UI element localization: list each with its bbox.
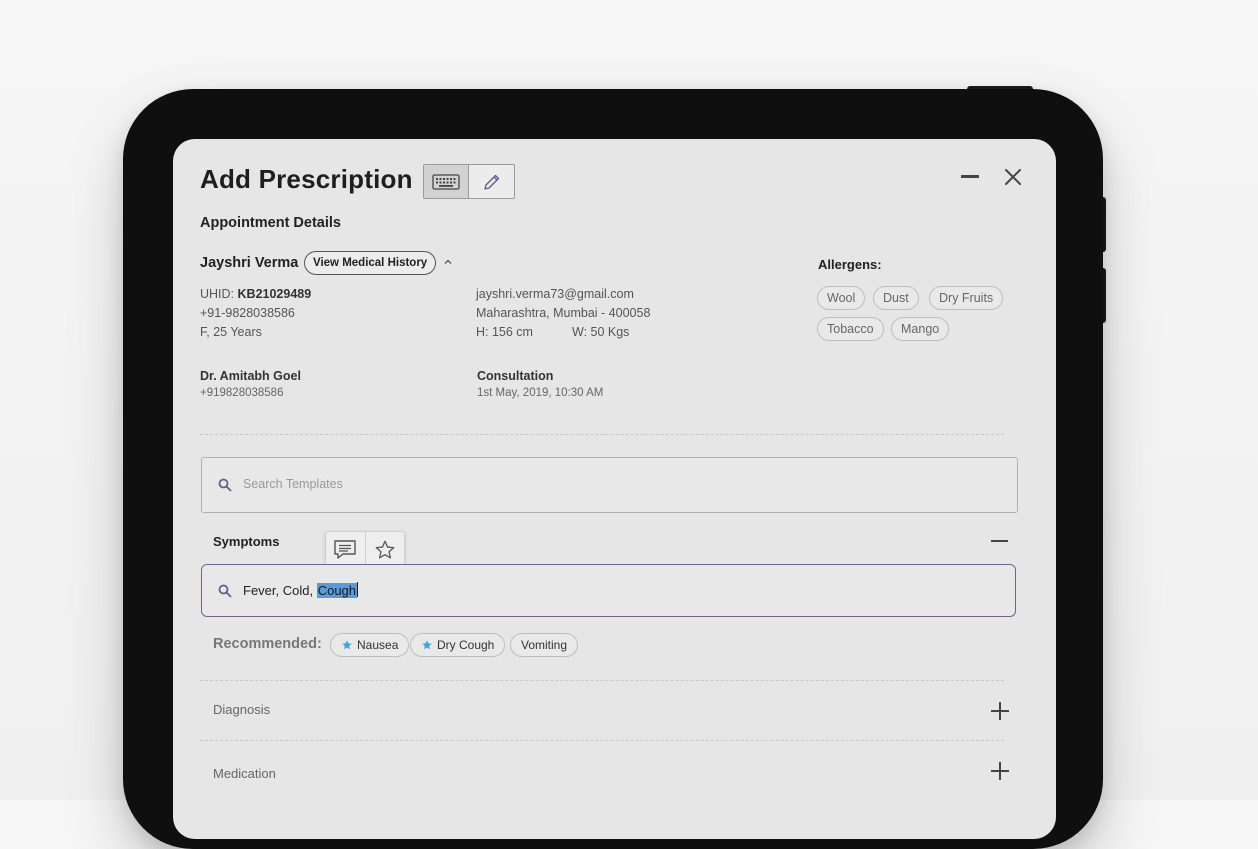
star-filled-icon xyxy=(422,640,432,650)
close-icon[interactable] xyxy=(1003,167,1023,187)
allergen-chip: Tobacco xyxy=(817,317,884,341)
consultation-label: Consultation xyxy=(477,369,554,383)
collapse-symptoms-button[interactable] xyxy=(991,540,1008,542)
allergen-chip: Dry Fruits xyxy=(929,286,1004,310)
recommended-chip[interactable]: Dry Cough xyxy=(410,633,506,657)
comment-icon xyxy=(334,540,356,559)
symptoms-heading: Symptoms xyxy=(213,534,280,549)
recommended-chip-label: Vomiting xyxy=(521,638,568,652)
symptoms-input[interactable]: Fever, Cold, Cough xyxy=(201,564,1016,617)
doctor-name: Dr. Amitabh Goel xyxy=(200,369,301,383)
star-icon xyxy=(375,540,395,559)
page-title: Add Prescription xyxy=(200,164,413,194)
patient-phone: +91-9828038586 xyxy=(200,306,295,320)
patient-height: H: 156 cm xyxy=(476,325,533,339)
uhid-value: KB21029489 xyxy=(237,287,312,301)
patient-email: jayshri.verma73@gmail.com xyxy=(476,287,634,301)
allergen-chip: Wool xyxy=(817,286,866,310)
medication-label: Medication xyxy=(213,766,276,781)
minimize-button[interactable] xyxy=(961,175,979,178)
uhid-label: UHID: xyxy=(200,287,235,301)
allergen-chip: Dust xyxy=(873,286,919,310)
search-templates-input[interactable]: Search Templates xyxy=(201,457,1018,513)
prescription-screen: Add Prescription Appointment Details Jay… xyxy=(173,139,1056,839)
allergens-heading: Allergens: xyxy=(818,257,882,272)
recommended-label: Recommended: xyxy=(213,636,322,652)
patient-weight: W: 50 Kgs xyxy=(572,325,630,339)
patient-gender-age: F, 25 Years xyxy=(200,325,262,339)
search-icon xyxy=(218,478,232,492)
divider xyxy=(200,434,1004,435)
patient-name: Jayshri Verma xyxy=(200,255,299,271)
chevron-up-icon[interactable] xyxy=(443,257,453,267)
patient-address: Maharashtra, Mumbai - 400058 xyxy=(476,306,651,320)
recommended-chip[interactable]: Nausea xyxy=(330,633,410,657)
expand-diagnosis-icon[interactable] xyxy=(991,702,1009,720)
recommended-chip[interactable]: Vomiting xyxy=(510,633,579,657)
expand-medication-icon[interactable] xyxy=(991,762,1009,780)
search-templates-placeholder: Search Templates xyxy=(243,477,343,491)
text-caret xyxy=(357,582,359,597)
pencil-mode-button[interactable] xyxy=(469,165,514,198)
search-icon xyxy=(218,584,232,598)
recommended-chip-label: Nausea xyxy=(357,638,399,652)
recommended-chip-label: Dry Cough xyxy=(437,638,495,652)
doctor-phone: +919828038586 xyxy=(200,387,284,399)
appointment-details-heading: Appointment Details xyxy=(200,215,341,231)
pencil-icon xyxy=(483,174,499,190)
selected-text: Cough xyxy=(316,583,358,598)
input-mode-toggle xyxy=(423,164,515,199)
uhid-line: UHID: KB21029489 xyxy=(200,287,311,301)
keyboard-mode-button[interactable] xyxy=(424,165,469,198)
view-medical-history-button[interactable]: View Medical History xyxy=(304,251,437,275)
consultation-datetime: 1st May, 2019, 10:30 AM xyxy=(477,387,604,399)
divider xyxy=(200,740,1004,741)
allergen-chip: Mango xyxy=(891,317,950,341)
favorite-button[interactable] xyxy=(364,532,405,568)
divider xyxy=(200,680,1004,681)
keyboard-icon xyxy=(432,173,460,190)
symptoms-text: Fever, Cold, xyxy=(243,583,317,598)
diagnosis-label: Diagnosis xyxy=(213,702,271,717)
star-filled-icon xyxy=(342,640,352,650)
symptoms-input-value: Fever, Cold, Cough xyxy=(243,582,359,598)
